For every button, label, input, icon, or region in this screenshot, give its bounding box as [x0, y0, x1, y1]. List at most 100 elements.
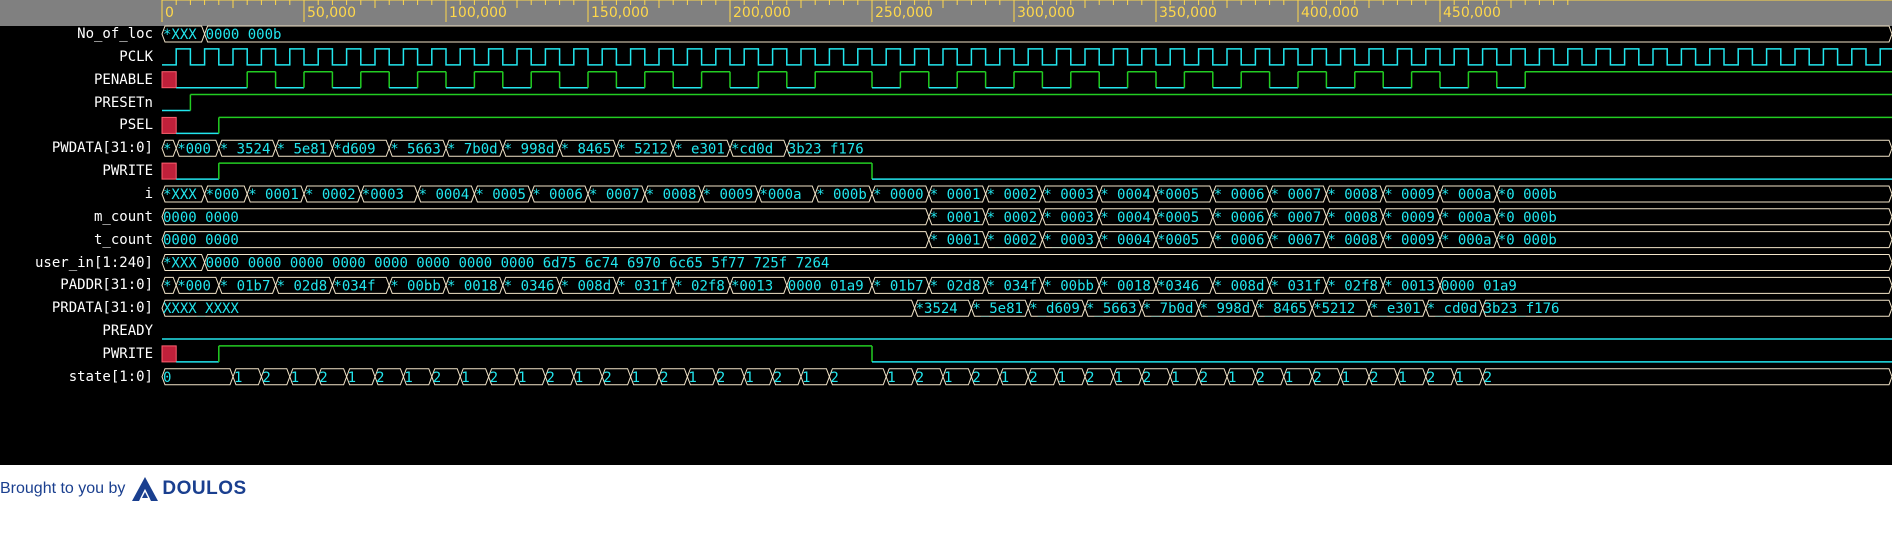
- bus-value-label: *_02f8: [674, 278, 725, 294]
- bus-value-label: *_0004: [419, 187, 470, 203]
- bus-value-label: *_008d: [561, 278, 612, 294]
- bus-value-label: *_0009: [703, 187, 754, 203]
- bus-value-label: 2: [1143, 370, 1151, 386]
- bus-value-label: *_0002: [987, 233, 1038, 249]
- bus-value-label: 1: [1171, 370, 1179, 386]
- bus-value-label: *000: [177, 278, 211, 294]
- bus-value-label: *_7b0d: [447, 141, 498, 157]
- bus-value-label: *_0007: [1271, 233, 1322, 249]
- bus-value-label: 1: [1285, 370, 1293, 386]
- bus-value-label: *_02f8: [1327, 278, 1378, 294]
- bus-value-label: *XXX: [163, 256, 197, 272]
- signal-name[interactable]: PWRITE: [0, 162, 153, 180]
- bus-value-label: *: [163, 278, 171, 294]
- undefined-marker: [161, 71, 177, 89]
- bus-value-label: *_7b0d: [1143, 301, 1194, 317]
- bus-value-label: *_0018: [1100, 278, 1151, 294]
- signal-name[interactable]: t_count: [0, 231, 153, 249]
- footer-text: Brought to you by: [0, 480, 126, 497]
- signal-name[interactable]: PRDATA[31:0]: [0, 299, 153, 317]
- bus-value-label: 1: [461, 370, 469, 386]
- bus-value-label: *0346: [1157, 278, 1199, 294]
- signal-name[interactable]: No_of_loc: [0, 25, 153, 43]
- bus-value-label: *d609: [333, 141, 375, 157]
- signal-wave[interactable]: [161, 116, 1892, 135]
- waveform-canvas[interactable]: *XXX 0000_000b * *000 *_3524 *_5e81 *d609 *_566…: [0, 0, 1892, 465]
- bus-value-label: 1: [1001, 370, 1009, 386]
- bus-value-label: 2: [433, 370, 441, 386]
- bus-value-label: *_d609: [1029, 301, 1080, 317]
- signal-wave[interactable]: * *000 *_3524 *_5e81 *d609 *_5663 *_7b0d *_998d…: [161, 139, 1892, 157]
- signal-wave[interactable]: [161, 345, 1892, 363]
- bus-value-label: *_0001: [930, 187, 981, 203]
- bus-value-label: *_0346: [504, 278, 555, 294]
- signal-name[interactable]: PCLK: [0, 48, 153, 66]
- bus-value-label: *0005: [1157, 233, 1199, 249]
- signal-name[interactable]: PSEL: [0, 116, 153, 134]
- bus-value-label: *_0001: [248, 187, 299, 203]
- bus-value-label: 2: [1313, 370, 1321, 386]
- signal-name[interactable]: PREADY: [0, 322, 153, 340]
- bus-value-label: *_5663: [390, 141, 441, 157]
- bus-segment: [161, 299, 916, 317]
- signal-name[interactable]: user_in[1:240]: [0, 254, 153, 272]
- signal-wave[interactable]: XXXX_XXXX *3524 *_5e81 *_d609 *_5663 *_7b0d *_…: [161, 299, 1892, 317]
- signal-wave[interactable]: * *000 *_01b7 *_02d8 *034f *_00bb *_0018 *_0346…: [161, 276, 1892, 294]
- undefined-marker: [161, 345, 177, 363]
- bus-value-label: *_8465: [1256, 301, 1307, 317]
- signal-wave[interactable]: *XXX 0000_0000_0000_0000_0000_0000_0000_0…: [161, 254, 1892, 272]
- bus-value-label: *_0006: [1214, 187, 1265, 203]
- bus-value-label: 2: [262, 370, 270, 386]
- bus-value-label: 1: [404, 370, 412, 386]
- bus-value-label: *_008d: [1214, 278, 1265, 294]
- doulos-link[interactable]: DOULOS: [131, 476, 246, 502]
- bus-value-label: *_5e81: [277, 141, 328, 157]
- signal-name[interactable]: PENABLE: [0, 71, 153, 89]
- bus-value-label: 2: [1256, 370, 1264, 386]
- signal-wave[interactable]: [162, 93, 1892, 112]
- bus-value-label: *_0008: [646, 187, 697, 203]
- bus-value-label: *_0008: [1327, 233, 1378, 249]
- bus-value-label: *XXX: [163, 27, 197, 43]
- bus-value-label: XXXX_XXXX: [163, 301, 239, 317]
- bus-segment: [161, 368, 234, 386]
- signal-wave[interactable]: *XXX *000 *_0001 *_0002 *0003 *_0004 *_0005 *_0…: [161, 185, 1892, 203]
- bus-value-label: 0000_01a9: [788, 278, 864, 294]
- bus-value-label: *_0003: [1043, 210, 1094, 226]
- bus-value-label: *_000a: [1441, 233, 1492, 249]
- signal-wave[interactable]: 0000_0000 *_0001 *_0002 *_0003 *_0004 *0005 *_…: [161, 231, 1892, 249]
- bus-value-label: *_0002: [987, 210, 1038, 226]
- signal-wave[interactable]: 0 1 2 1 2 1 2 1 2 1 2 1 2 1 2 1 2 1 2 1 2 1 2 1 2 1 2 1 2 1 2 1 2 1 2 1 2 1 2 1…: [161, 368, 1892, 386]
- signal-name[interactable]: PWDATA[31:0]: [0, 139, 153, 157]
- signal-name[interactable]: PRESETn: [0, 94, 153, 112]
- signal-name[interactable]: i: [0, 185, 153, 203]
- bus-value-label: 1: [1398, 370, 1406, 386]
- signal-wave[interactable]: [162, 48, 1892, 66]
- bus-value-label: 2: [376, 370, 384, 386]
- bus-value-label: *_0002: [305, 187, 356, 203]
- bus-value-label: 0000_000b: [206, 27, 282, 43]
- signal-wave[interactable]: *XXX 0000_000b: [161, 25, 1892, 43]
- bus-value-label: 0000_0000: [163, 210, 239, 226]
- waveform-viewer[interactable]: 0 50,000 100,000 150,000 200,000 250,000 300,0…: [0, 0, 1892, 465]
- bus-value-label: *_0009: [1384, 187, 1435, 203]
- signal-name[interactable]: PWRITE: [0, 345, 153, 363]
- doulos-brand: DOULOS: [162, 478, 247, 499]
- signal-name[interactable]: PADDR[31:0]: [0, 276, 153, 294]
- bus-value-label: 3b23_f176: [1484, 301, 1560, 317]
- bus-segment: [786, 139, 1892, 157]
- bus-value-label: 2: [830, 370, 838, 386]
- bus-value-label: 2: [1427, 370, 1435, 386]
- footer: Brought to you by DOULOS: [0, 474, 247, 504]
- bus-value-label: 1: [234, 370, 242, 386]
- bus-value-label: *0_000b: [1498, 210, 1557, 226]
- signal-wave[interactable]: [161, 162, 1892, 180]
- signal-name[interactable]: m_count: [0, 208, 153, 226]
- bus-value-label: *_0018: [447, 278, 498, 294]
- bus-value-label: *_e301: [1370, 301, 1421, 317]
- signal-wave[interactable]: 0000_0000 *_0001 *_0002 *_0003 *_0004 *0005 *_…: [161, 208, 1892, 226]
- bus-value-label: 0000_01a9: [1441, 278, 1517, 294]
- signal-wave[interactable]: [161, 70, 1892, 89]
- bus-value-label: *3524: [916, 301, 958, 317]
- signal-name[interactable]: state[1:0]: [0, 368, 153, 386]
